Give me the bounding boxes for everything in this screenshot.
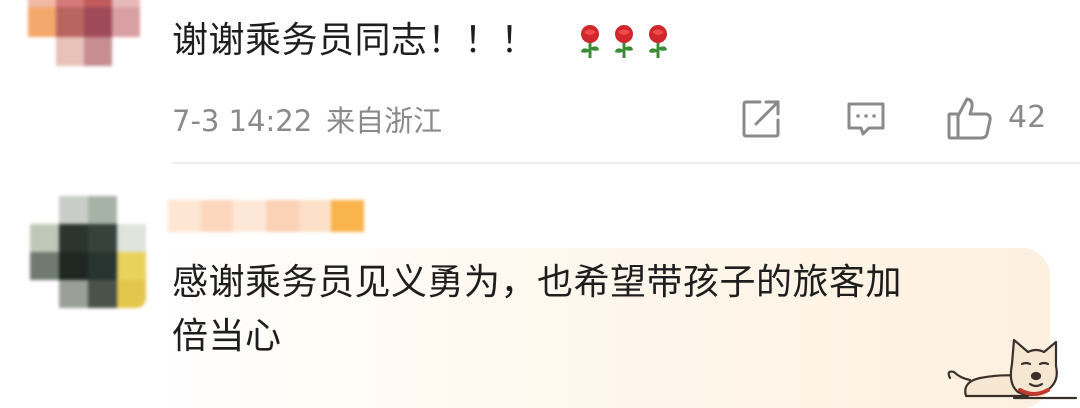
like-button[interactable]	[946, 94, 994, 142]
comment-divider	[172, 162, 1080, 164]
avatar[interactable]	[28, 0, 140, 66]
comment-meta: 7-3 14:22 来自浙江	[172, 98, 456, 140]
repost-button[interactable]	[740, 98, 782, 140]
rose-icon	[649, 25, 668, 58]
avatar[interactable]	[30, 196, 146, 308]
thumbs-up-icon	[947, 97, 992, 140]
comment-text: 感谢乘务员见义勇为，也希望带孩子的旅客加 倍当心	[172, 256, 1022, 364]
comment-date: 7-3 14:22	[172, 104, 313, 138]
rose-emoji-group	[571, 14, 673, 68]
comment-text: 谢谢乘务员同志！！！	[172, 14, 673, 68]
rose-icon	[615, 25, 634, 58]
repost-icon	[742, 100, 780, 138]
reply-button[interactable]	[845, 100, 887, 138]
rose-icon	[581, 25, 600, 58]
comment-location: 来自浙江	[326, 104, 443, 138]
comment-icon	[847, 102, 885, 136]
comment-text-content: 谢谢乘务员同志！！！	[172, 20, 538, 61]
like-count: 42	[1008, 100, 1047, 135]
comment-line: 倍当心	[172, 316, 282, 357]
dog-sticker	[947, 338, 1078, 400]
username[interactable]	[168, 200, 365, 232]
comment-line: 感谢乘务员见义勇为，也希望带孩子的旅客加	[172, 262, 903, 303]
